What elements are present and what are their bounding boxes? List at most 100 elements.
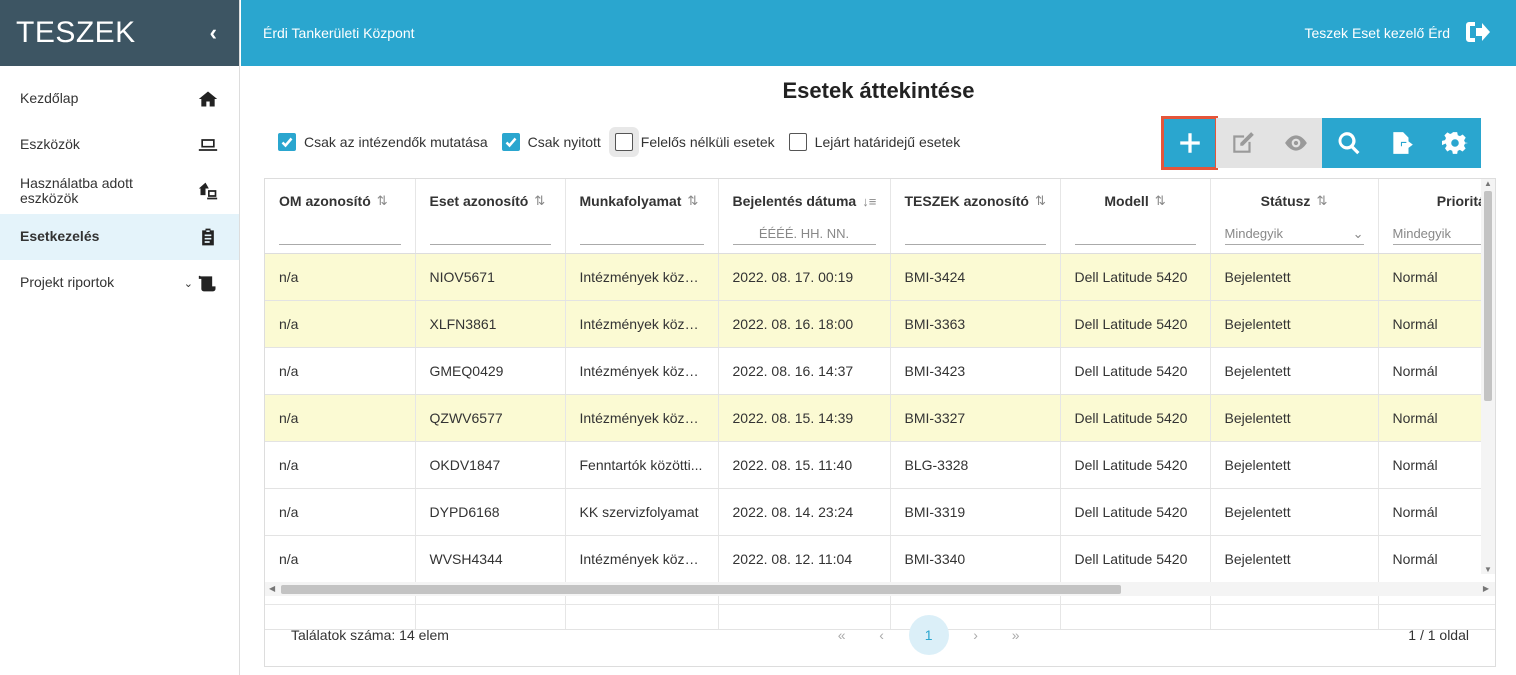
filter-no-responsible[interactable]: Felelős nélküli esetek — [614, 133, 775, 151]
add-case-button[interactable] — [1161, 116, 1218, 170]
edit-case-button[interactable] — [1216, 118, 1269, 168]
prev-page-button[interactable]: ‹ — [869, 627, 895, 643]
house-laptop-icon — [197, 180, 219, 202]
scroll-down-icon[interactable]: ▼ — [1484, 565, 1492, 574]
sidebar-item-eszkozok[interactable]: Eszközök — [0, 122, 239, 168]
table-row[interactable]: n/a OKDV1847 Fenntartók közötti... 2022. 08… — [265, 441, 1495, 489]
chevron-down-icon[interactable]: ⌄ — [184, 277, 193, 290]
column-filter-input[interactable] — [904, 223, 1046, 245]
table-row[interactable]: n/a NIOV5671 Intézmények közö... 2022. 08. … — [265, 253, 1495, 301]
column-label: TESZEK azonosító — [904, 193, 1029, 209]
view-case-button[interactable] — [1269, 118, 1322, 168]
cell-prioritas: Normál — [1378, 347, 1495, 395]
current-page-button[interactable]: 1 — [908, 614, 949, 655]
checkbox-unchecked[interactable] — [788, 133, 807, 151]
table-row[interactable]: n/a GMEQ0429 Intézmények közö... 2022. 08. … — [265, 347, 1495, 395]
column-header-munkafolyamat[interactable]: Munkafolyamat ⇅ — [565, 179, 719, 254]
page-title: Esetek áttekintése — [782, 78, 975, 103]
filter-only-actionable[interactable]: Csak az intézendők mutatása — [278, 133, 488, 151]
column-header-om[interactable]: OM azonosító ⇅ — [265, 179, 416, 254]
search-button[interactable] — [1322, 118, 1375, 168]
last-page-button[interactable]: » — [1003, 627, 1029, 643]
cell-teszek: BMI-3327 — [890, 394, 1061, 442]
cell-om: n/a — [265, 488, 416, 536]
sort-icon[interactable]: ⇅ — [377, 193, 388, 209]
cell-datum: 2022. 08. 14. 23:24 — [718, 488, 891, 536]
horizontal-scrollbar[interactable]: ◀ ▶ — [265, 582, 1495, 596]
horizontal-scroll-thumb[interactable] — [281, 585, 1121, 594]
cell-teszek: BMI-3424 — [890, 253, 1061, 301]
table-row[interactable]: n/a QZWV6577 Intézmények közö... 2022. 08. … — [265, 394, 1495, 442]
logout-icon[interactable] — [1464, 21, 1490, 46]
action-toolbar — [1161, 116, 1500, 170]
status-filter-select[interactable]: Mindegyik ⌄ — [1224, 223, 1364, 245]
cell-datum: 2022. 08. 16. 14:37 — [718, 347, 891, 395]
filter-label: Csak nyitott — [527, 134, 601, 150]
vertical-scrollbar[interactable]: ▲ ▼ — [1481, 179, 1495, 574]
export-button[interactable] — [1375, 118, 1428, 168]
sidebar-item-kezdolap[interactable]: Kezdőlap — [0, 76, 239, 122]
table-row[interactable]: n/a XLFN3861 Intézmények közö... 2022. 08. … — [265, 300, 1495, 348]
sort-icon[interactable]: ⇅ — [534, 193, 545, 209]
cell-eset: XLFN3861 — [415, 300, 566, 348]
cell-datum: 2022. 08. 15. 14:39 — [718, 394, 891, 442]
column-filter-input[interactable] — [429, 223, 551, 245]
gear-icon — [1441, 132, 1468, 154]
table-body: n/a NIOV5671 Intézmények közö... 2022. 08. … — [265, 253, 1495, 630]
cell-munkafolyamat: Intézmények közö... — [565, 300, 719, 348]
table-row[interactable]: n/a WVSH4344 Intézmények közö... 2022. 08. … — [265, 535, 1495, 583]
filter-only-open[interactable]: Csak nyitott — [501, 133, 601, 151]
scroll-right-icon[interactable]: ▶ — [1483, 584, 1489, 593]
vertical-scroll-thumb[interactable] — [1484, 191, 1492, 401]
column-header-teszek[interactable]: TESZEK azonosító ⇅ — [890, 179, 1061, 254]
cell-om: n/a — [265, 441, 416, 489]
select-value: Mindegyik — [1392, 226, 1452, 241]
column-label: Státusz — [1260, 193, 1311, 209]
column-header-eset[interactable]: Eset azonosító ⇅ — [415, 179, 566, 254]
sort-desc-icon[interactable]: ↓≡ — [862, 194, 876, 209]
cell-eset: WVSH4344 — [415, 535, 566, 583]
table-header-row: OM azonosító ⇅ Eset azonosító ⇅ Munkafolya… — [265, 179, 1495, 254]
checkbox-unchecked[interactable] — [614, 133, 633, 151]
sidebar-item-label: Kezdőlap — [20, 90, 79, 107]
sort-icon[interactable]: ⇅ — [1316, 193, 1327, 209]
filter-label: Lejárt határidejű esetek — [814, 134, 961, 150]
cell-datum: 2022. 08. 15. 11:40 — [718, 441, 891, 489]
cell-munkafolyamat: Intézmények közö... — [565, 347, 719, 395]
cell-om: n/a — [265, 347, 416, 395]
table-row[interactable]: n/a DYPD6168 KK szervizfolyamat 2022. 08. 1… — [265, 488, 1495, 536]
filter-overdue[interactable]: Lejárt határidejű esetek — [788, 133, 961, 151]
column-header-statusz[interactable]: Státusz ⇅ Mindegyik ⌄ — [1210, 179, 1379, 254]
column-filter-input[interactable] — [1074, 223, 1196, 245]
date-filter-input[interactable]: ÉÉÉÉ. HH. NN. — [732, 223, 876, 245]
cell-eset: QZWV6577 — [415, 394, 566, 442]
cell-om: n/a — [265, 253, 416, 301]
column-header-bejelentes[interactable]: Bejelentés dátuma ↓≡ ÉÉÉÉ. HH. NN. — [718, 179, 891, 254]
next-page-button[interactable]: › — [963, 627, 989, 643]
scroll-up-icon[interactable]: ▲ — [1484, 179, 1492, 188]
pagination: « ‹ 1 › » — [829, 614, 1029, 655]
sort-icon[interactable]: ⇅ — [1155, 193, 1166, 209]
cell-datum: 2022. 08. 12. 11:04 — [718, 535, 891, 583]
sort-icon[interactable]: ⇅ — [1035, 193, 1046, 209]
sidebar-item-hasznalatba-adott[interactable]: Használatba adott eszközök — [0, 168, 239, 214]
sort-icon[interactable]: ⇅ — [687, 193, 698, 209]
cell-eset: DYPD6168 — [415, 488, 566, 536]
checkbox-checked[interactable] — [278, 133, 296, 151]
column-header-modell[interactable]: Modell ⇅ — [1060, 179, 1211, 254]
first-page-button[interactable]: « — [829, 627, 855, 643]
collapse-sidebar-icon[interactable]: ‹ — [210, 20, 217, 46]
column-label: Modell — [1104, 193, 1149, 209]
sidebar-item-projekt-riportok[interactable]: Projekt riportok ⌄ — [0, 260, 239, 306]
settings-button[interactable] — [1428, 118, 1481, 168]
cell-eset: GMEQ0429 — [415, 347, 566, 395]
sidebar-item-esetkezeles[interactable]: Esetkezelés — [0, 214, 239, 260]
plus-icon — [1179, 133, 1200, 153]
column-header-prioritas[interactable]: Prioritás⇅ Mindegyik — [1378, 179, 1495, 254]
cell-statusz: Bejelentett — [1210, 488, 1379, 536]
checkbox-checked[interactable] — [501, 133, 520, 151]
column-filter-input[interactable] — [579, 223, 704, 245]
brand-bar: TESZEK ‹ — [0, 0, 239, 66]
scroll-left-icon[interactable]: ◀ — [269, 584, 275, 593]
column-filter-input[interactable] — [279, 223, 401, 245]
